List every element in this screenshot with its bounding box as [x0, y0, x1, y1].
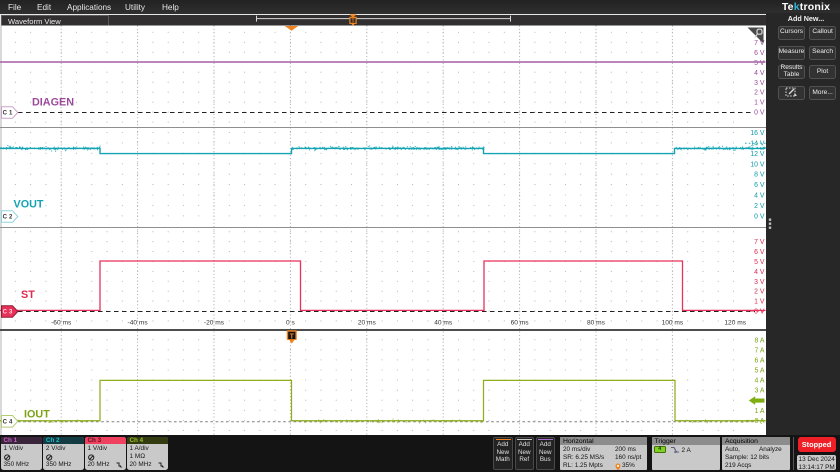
svg-text:1 V: 1 V	[754, 100, 765, 107]
svg-text:120 ms: 120 ms	[724, 320, 746, 327]
svg-text:8 V: 8 V	[754, 172, 765, 179]
svg-text:6 V: 6 V	[754, 182, 765, 189]
svg-text:10 V: 10 V	[750, 161, 765, 168]
svg-text:ST: ST	[21, 289, 35, 301]
svg-text:3 A: 3 A	[755, 388, 765, 395]
svg-text:60 ms: 60 ms	[511, 320, 530, 327]
svg-text:0 s: 0 s	[286, 320, 295, 327]
svg-text:-60 ms: -60 ms	[51, 320, 72, 327]
svg-text:3 V: 3 V	[754, 80, 765, 87]
svg-text:1 A: 1 A	[755, 408, 765, 415]
svg-text:20 ms: 20 ms	[358, 320, 377, 327]
svg-text:2 V: 2 V	[754, 289, 765, 296]
svg-text:6 A: 6 A	[755, 357, 765, 364]
svg-text:6 V: 6 V	[754, 249, 765, 256]
svg-text:12 V: 12 V	[750, 151, 765, 158]
svg-text:80 ms: 80 ms	[587, 320, 606, 327]
svg-text:7 V: 7 V	[754, 239, 765, 246]
svg-text:40 ms: 40 ms	[434, 320, 453, 327]
svg-text:14 V: 14 V	[750, 140, 765, 147]
svg-text:4 A: 4 A	[755, 378, 765, 385]
svg-text:-20 ms: -20 ms	[204, 320, 225, 327]
svg-text:0 V: 0 V	[754, 309, 765, 316]
svg-text:4 V: 4 V	[754, 269, 765, 276]
svg-text:0 V: 0 V	[754, 213, 765, 220]
svg-text:IOUT: IOUT	[24, 408, 50, 420]
svg-text:3 V: 3 V	[754, 279, 765, 286]
svg-text:C 3: C 3	[3, 310, 13, 316]
svg-text:DIAGEN: DIAGEN	[32, 96, 74, 108]
svg-text:1 V: 1 V	[754, 299, 765, 306]
svg-text:C 1: C 1	[3, 111, 13, 117]
svg-text:5 V: 5 V	[754, 259, 765, 266]
svg-text:8 A: 8 A	[755, 337, 765, 344]
svg-text:16 V: 16 V	[750, 130, 765, 137]
svg-text:0 V: 0 V	[754, 110, 765, 117]
svg-text:C 4: C 4	[3, 420, 13, 426]
svg-text:2 V: 2 V	[754, 203, 765, 210]
svg-text:4 V: 4 V	[754, 193, 765, 200]
svg-text:C 2: C 2	[3, 215, 13, 221]
svg-text:6 V: 6 V	[754, 50, 765, 57]
svg-text:-40 ms: -40 ms	[128, 320, 149, 327]
svg-text:T: T	[290, 333, 295, 340]
svg-text:7 A: 7 A	[755, 347, 765, 354]
svg-text:5 V: 5 V	[754, 60, 765, 67]
svg-text:5 A: 5 A	[755, 368, 765, 375]
svg-text:VOUT: VOUT	[14, 199, 44, 211]
svg-text:100 ms: 100 ms	[662, 320, 684, 327]
svg-text:4 V: 4 V	[754, 70, 765, 77]
svg-text:2 V: 2 V	[754, 90, 765, 97]
